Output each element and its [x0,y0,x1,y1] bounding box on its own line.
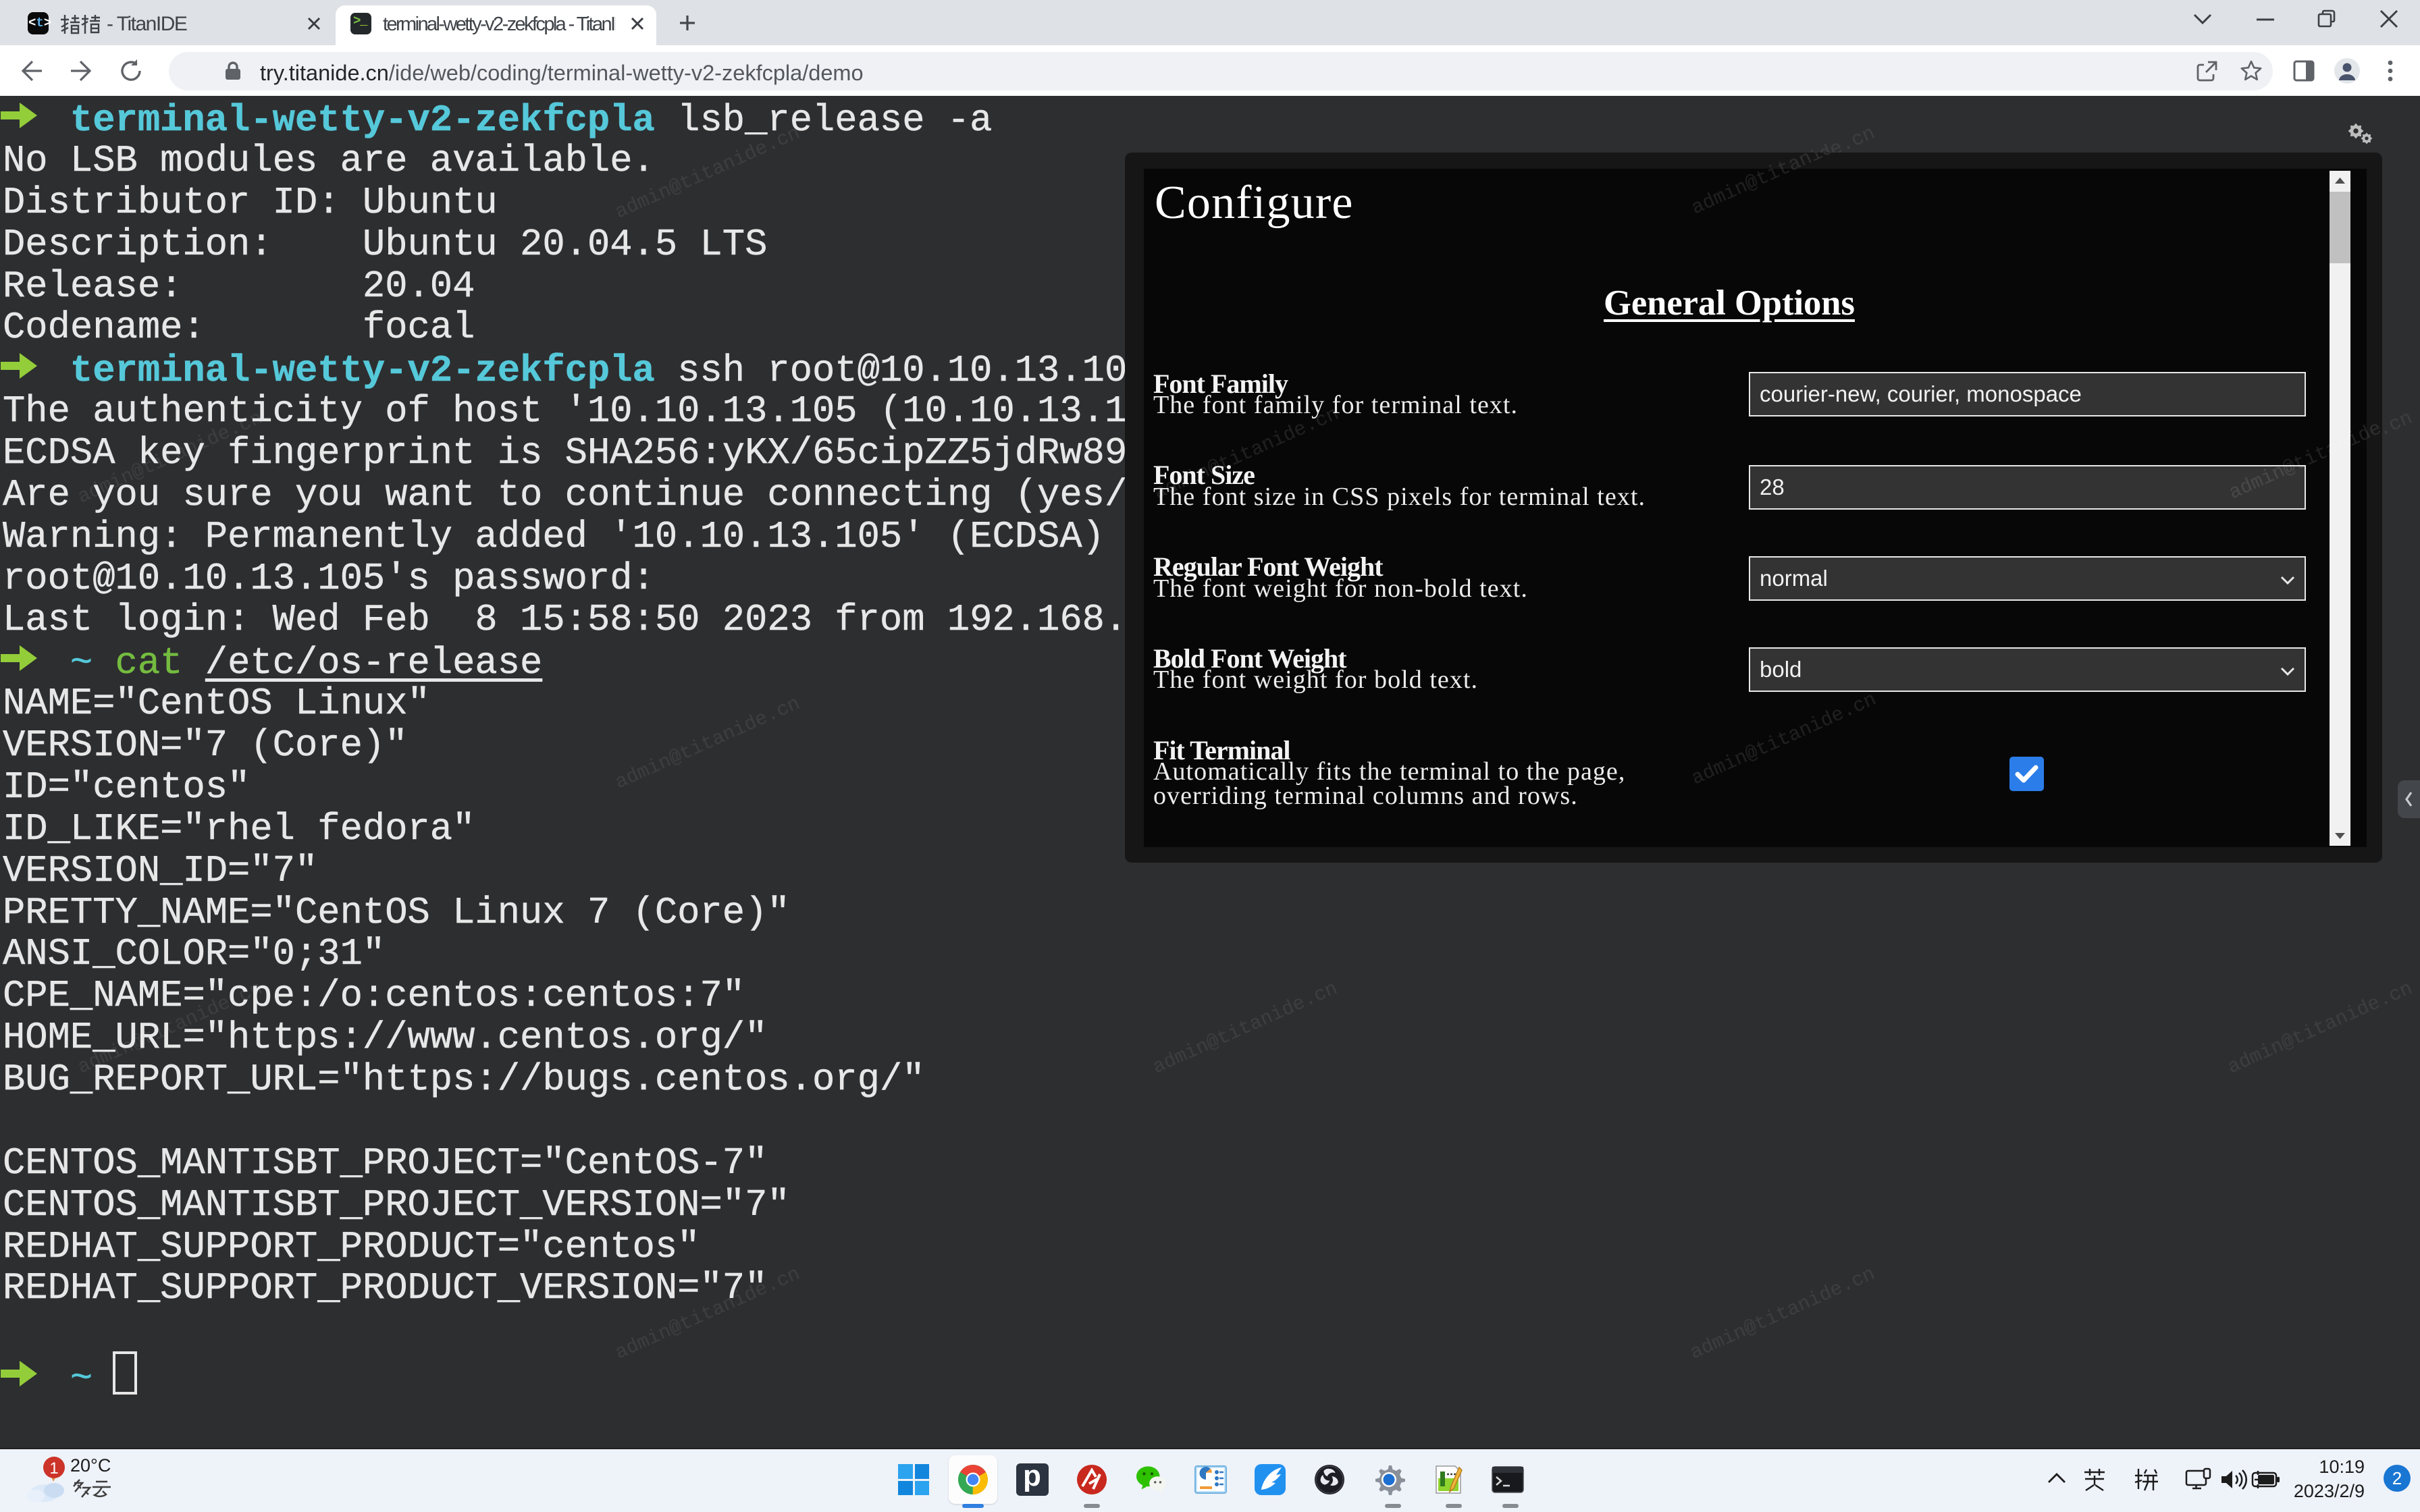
svg-text:1: 1 [49,1459,58,1478]
